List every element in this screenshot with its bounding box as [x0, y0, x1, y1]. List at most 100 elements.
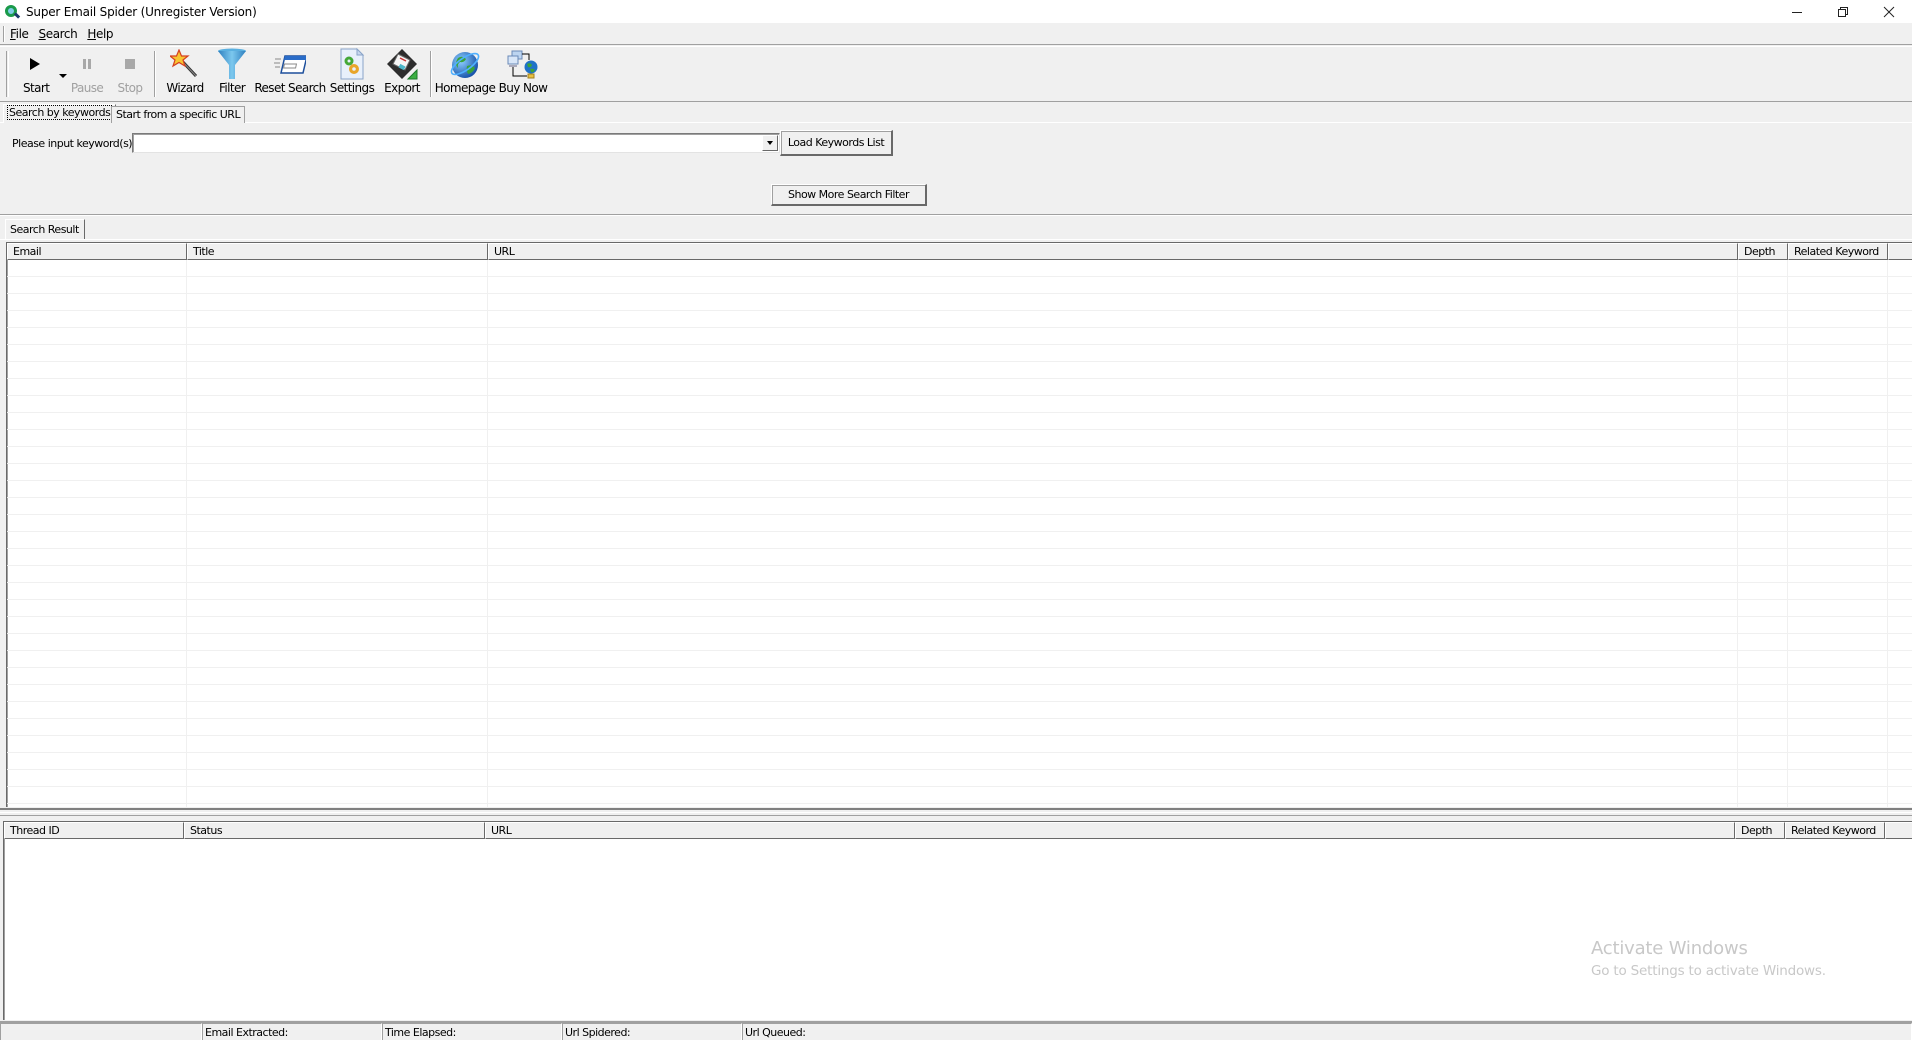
column-header-url[interactable]: URL [488, 243, 1738, 260]
table-cell [7, 753, 187, 769]
keyword-combobox[interactable] [132, 133, 780, 153]
table-row[interactable] [7, 430, 1912, 447]
table-row[interactable] [7, 634, 1912, 651]
tab-search-result[interactable]: Search Result [5, 219, 85, 239]
table-row[interactable] [7, 583, 1912, 600]
menu-file[interactable]: File [5, 27, 34, 41]
column-header-email[interactable]: Email [7, 243, 187, 260]
table-row[interactable] [7, 277, 1912, 294]
table-cell [187, 430, 488, 446]
column-header-status[interactable]: Status [184, 822, 485, 839]
table-cell [488, 345, 1738, 361]
status-bar: Email Extracted: Time Elapsed: Url Spide… [0, 1021, 1912, 1040]
toolbar-grip [6, 51, 9, 97]
table-row[interactable] [7, 787, 1912, 804]
column-header-title[interactable]: Title [187, 243, 488, 260]
column-header-depth[interactable]: Depth [1735, 822, 1785, 839]
keyword-input[interactable] [135, 135, 755, 151]
table-cell [488, 617, 1738, 633]
floppy-disk-icon [386, 49, 418, 80]
search-results-table[interactable]: Email Title URL Depth Related Keyword [6, 242, 1912, 807]
close-button[interactable] [1866, 0, 1912, 23]
restore-button[interactable] [1820, 0, 1866, 23]
table-row[interactable] [7, 600, 1912, 617]
table-row[interactable] [7, 804, 1912, 807]
table-row[interactable] [7, 498, 1912, 515]
table-row[interactable] [7, 651, 1912, 668]
table-cell [1788, 719, 1888, 735]
table-cell [187, 362, 488, 378]
table-row[interactable] [7, 770, 1912, 787]
table-cell [7, 311, 187, 327]
table-row[interactable] [7, 736, 1912, 753]
table-cell [1738, 277, 1788, 293]
column-header-related-keyword[interactable]: Related Keyword [1788, 243, 1888, 260]
table-cell [7, 328, 187, 344]
minimize-button[interactable] [1774, 0, 1820, 23]
wizard-button[interactable]: Wizard [159, 47, 211, 101]
settings-button[interactable]: Settings [327, 47, 377, 101]
table-row[interactable] [7, 566, 1912, 583]
table-cell [7, 600, 187, 616]
pause-button[interactable]: Pause [65, 47, 109, 101]
table-row[interactable] [7, 447, 1912, 464]
table-cell [1788, 498, 1888, 514]
table-row[interactable] [7, 311, 1912, 328]
table-row[interactable] [7, 532, 1912, 549]
table-cell [1788, 736, 1888, 752]
table-cell [1738, 464, 1788, 480]
table-cell [7, 532, 187, 548]
column-header-thread-id[interactable]: Thread ID [4, 822, 184, 839]
column-header-url[interactable]: URL [485, 822, 1735, 839]
table-row[interactable] [7, 345, 1912, 362]
reset-search-button[interactable]: Reset Search [253, 47, 327, 101]
threads-table[interactable]: Thread ID Status URL Depth Related Keywo… [3, 821, 1912, 1020]
table-row[interactable] [7, 379, 1912, 396]
table-cell [187, 413, 488, 429]
table-row[interactable] [7, 685, 1912, 702]
table-cell [187, 736, 488, 752]
table-row[interactable] [7, 549, 1912, 566]
table-cell [7, 447, 187, 463]
filter-button[interactable]: Filter [211, 47, 253, 101]
column-header-depth[interactable]: Depth [1738, 243, 1788, 260]
table-cell [488, 719, 1738, 735]
table-row[interactable] [7, 617, 1912, 634]
tab-start-from-url[interactable]: Start from a specific URL [111, 106, 246, 123]
table-row[interactable] [7, 413, 1912, 430]
keyword-dropdown-button[interactable] [762, 135, 778, 151]
table-row[interactable] [7, 396, 1912, 413]
tab-search-by-keywords[interactable]: Search by keywords [3, 104, 117, 123]
globe-icon [449, 49, 481, 79]
pane-splitter[interactable] [0, 808, 1912, 816]
table-cell [1738, 328, 1788, 344]
stop-button[interactable]: Stop [109, 47, 151, 101]
buy-now-button[interactable]: Buy Now [495, 47, 551, 101]
start-button[interactable]: Start [11, 47, 67, 101]
table-row[interactable] [7, 294, 1912, 311]
table-cell [1788, 413, 1888, 429]
show-more-search-filter-button[interactable]: Show More Search Filter [771, 184, 927, 206]
table-row[interactable] [7, 481, 1912, 498]
table-row[interactable] [7, 362, 1912, 379]
homepage-button[interactable]: Homepage [435, 47, 496, 101]
table-row[interactable] [7, 702, 1912, 719]
load-keywords-list-button[interactable]: Load Keywords List [780, 130, 893, 156]
column-header-related-keyword[interactable]: Related Keyword [1785, 822, 1885, 839]
table-row[interactable] [7, 328, 1912, 345]
table-cell [187, 311, 488, 327]
menu-search[interactable]: Search [34, 27, 83, 41]
table-row[interactable] [7, 515, 1912, 532]
close-icon [1883, 6, 1895, 17]
table-cell [7, 719, 187, 735]
table-row[interactable] [7, 464, 1912, 481]
table-cell [1738, 770, 1788, 786]
table-row[interactable] [7, 260, 1912, 277]
table-cell [1738, 736, 1788, 752]
menu-help[interactable]: Help [82, 27, 118, 41]
table-cell [187, 498, 488, 514]
table-row[interactable] [7, 753, 1912, 770]
table-row[interactable] [7, 719, 1912, 736]
table-row[interactable] [7, 668, 1912, 685]
export-button[interactable]: Export [377, 47, 427, 101]
